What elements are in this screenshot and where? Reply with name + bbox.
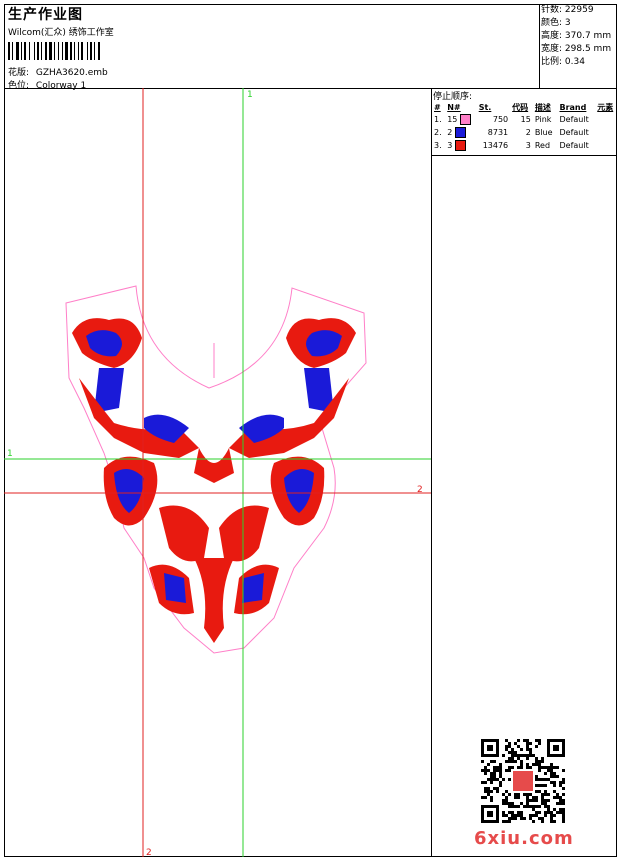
col-needle: N# [447,102,461,112]
table-row: 3. 3 13476 3 Red Default [434,140,589,151]
stat-width: 宽度: 298.5 mm [541,44,612,54]
color-swatch [459,114,471,125]
panel-table-bottom [431,155,617,156]
qr-code [481,739,565,823]
motif-right-top [229,318,356,458]
motif-left-top [72,318,199,458]
color-swatch [454,127,466,138]
motif-right-lower [219,456,325,615]
embroidery-artwork: 1 1 2 2 [4,88,431,857]
barcode [8,42,100,60]
motif-left-lower [103,456,234,643]
design-file-row: 花版: GZHA3620.emb [8,65,108,78]
red-h-label: 2 [417,485,423,495]
stat-height: 高度: 370.7 mm [541,31,612,41]
site-logo: 6xiu.com [474,828,574,849]
col-index: # [434,102,441,112]
qr-center-logo [513,771,533,791]
red-v-label: 2 [146,848,152,857]
table-header: # N# St. 代码 描述 Brand 元素 [432,101,618,113]
stat-scale: 比例: 0.34 [541,57,585,67]
header-divider [539,4,540,88]
green-v-label: 1 [247,90,253,100]
design-label: 花版: [8,68,30,78]
table-row: 2. 2 8731 2 Blue Default [434,127,589,138]
col-element: 元素 [597,102,614,112]
motif-center-band [194,448,234,483]
page-title: 生产作业图 [8,7,83,23]
header-info: 生产作业图 Wilcom(汇众) 绣饰工作室 花版: GZHA3620.emb … [6,4,536,91]
design-file: GZHA3620.emb [35,68,108,78]
stat-stitches: 针数: 22959 [541,5,594,15]
col-desc: 描述 [534,102,551,112]
col-stitches: St. [478,102,492,112]
panel-divider [431,88,432,857]
stat-colors: 颜色: 3 [541,18,571,28]
col-code: 代码 [512,102,529,112]
studio-subtitle: Wilcom(汇众) 绣饰工作室 [8,28,114,38]
color-sequence-table: # N# St. 代码 描述 Brand 元素 1. 15 750 15 Pin… [432,101,618,152]
color-swatch [454,140,466,151]
col-brand: Brand [559,102,587,112]
design-stats: 针数: 22959 颜色: 3 高度: 370.7 mm 宽度: 298.5 m… [541,4,617,69]
green-h-label: 1 [7,449,13,459]
table-row: 1. 15 750 15 Pink Default [434,114,589,125]
